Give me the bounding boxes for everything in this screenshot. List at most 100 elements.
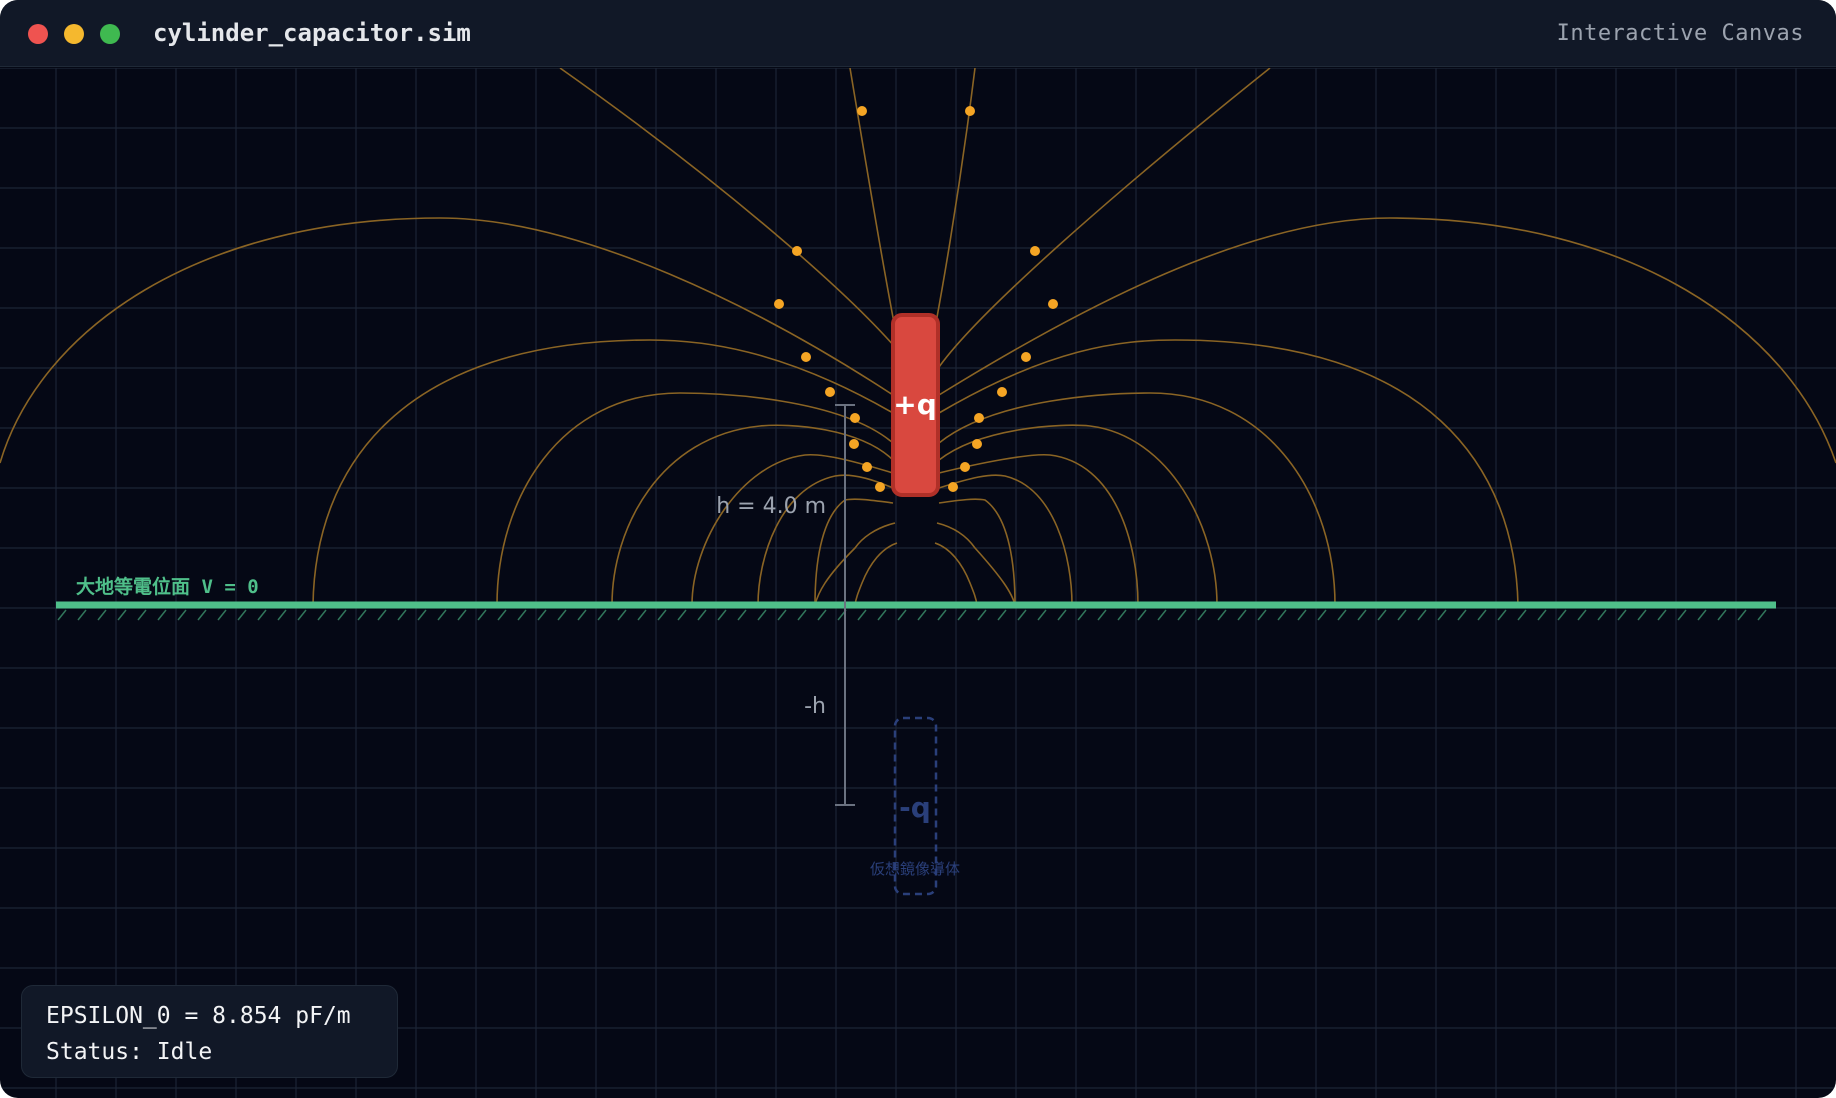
hatch-mark	[1637, 609, 1647, 621]
field-line	[934, 68, 1271, 374]
hatch-mark	[1077, 609, 1087, 621]
hatch-mark	[1437, 609, 1447, 621]
grid	[0, 68, 1836, 1098]
hatch-mark	[1697, 609, 1707, 621]
hatch-mark	[477, 609, 487, 621]
hatch-mark	[1717, 609, 1727, 621]
hatch-mark	[737, 609, 747, 621]
field-marker	[850, 413, 860, 423]
field-line	[938, 424, 1218, 606]
hatch-mark	[1737, 609, 1747, 621]
hatch-mark	[617, 609, 627, 621]
hatch-mark	[637, 609, 647, 621]
hatch-mark	[337, 609, 347, 621]
epsilon-readout: EPSILON_0 = 8.854 pF/m	[46, 1003, 351, 1029]
hatch-mark	[577, 609, 587, 621]
hatch-mark	[957, 609, 967, 621]
hatch-mark	[777, 609, 787, 621]
hatch-mark	[1417, 609, 1427, 621]
hatch-mark	[817, 609, 827, 621]
field-marker	[857, 106, 867, 116]
hatch-mark	[117, 609, 127, 621]
simulation-canvas[interactable]: 大地等電位面 V = 0 h = 4.0 m -h -q 仮想鏡像導体 +q	[0, 68, 1836, 1098]
field-marker	[849, 439, 859, 449]
hatch-mark	[937, 609, 947, 621]
maximize-window-button[interactable]	[100, 24, 120, 44]
field-marker	[801, 352, 811, 362]
field-marker	[792, 246, 802, 256]
hatch-mark	[497, 609, 507, 621]
hatch-mark	[537, 609, 547, 621]
minimize-window-button[interactable]	[64, 24, 84, 44]
hatch-mark	[1297, 609, 1307, 621]
field-line	[312, 339, 894, 606]
hatch-mark	[697, 609, 707, 621]
hatch-mark	[1157, 609, 1167, 621]
hatch-mark	[597, 609, 607, 621]
hatch-mark	[517, 609, 527, 621]
hatch-mark	[557, 609, 567, 621]
field-marker	[825, 387, 835, 397]
hatch-mark	[1117, 609, 1127, 621]
hatch-mark	[1017, 609, 1027, 621]
hatch-mark	[1557, 609, 1567, 621]
image-conductor: -q 仮想鏡像導体	[870, 716, 960, 896]
field-marker	[875, 482, 885, 492]
hatch-mark	[417, 609, 427, 621]
hatch-mark	[1097, 609, 1107, 621]
field-marker	[774, 299, 784, 309]
hatch-mark	[1757, 609, 1767, 621]
image-conductor-caption: 仮想鏡像導体	[870, 860, 960, 878]
hatch-mark	[397, 609, 407, 621]
hatch-mark	[1597, 609, 1607, 621]
field-line	[854, 542, 898, 606]
hatch-mark	[97, 609, 107, 621]
hatch-mark	[137, 609, 147, 621]
hatch-mark	[917, 609, 927, 621]
field-marker	[960, 462, 970, 472]
hatch-mark	[1197, 609, 1207, 621]
hatch-mark	[177, 609, 187, 621]
hatch-mark	[237, 609, 247, 621]
hatch-mark	[217, 609, 227, 621]
hatch-mark	[1377, 609, 1387, 621]
hatch-mark	[897, 609, 907, 621]
field-line	[938, 339, 1519, 606]
hatch-mark	[757, 609, 767, 621]
hatch-mark	[1397, 609, 1407, 621]
hatch-mark	[1137, 609, 1147, 621]
close-window-button[interactable]	[28, 24, 48, 44]
hatch-mark	[1357, 609, 1367, 621]
hatch-mark	[1477, 609, 1487, 621]
window-title: cylinder_capacitor.sim	[153, 19, 471, 47]
simulator-window: cylinder_capacitor.sim Interactive Canva…	[0, 0, 1836, 1098]
cylinder-conductor[interactable]: +q	[891, 313, 940, 497]
hatch-mark	[1277, 609, 1287, 621]
mode-label: Interactive Canvas	[1556, 21, 1804, 46]
conductor-charge-label: +q	[893, 388, 937, 421]
hatch-mark	[197, 609, 207, 621]
hatch-mark	[297, 609, 307, 621]
status-readout: Status: Idle	[46, 1039, 213, 1065]
hatch-mark	[677, 609, 687, 621]
height-label: h = 4.0 m	[716, 494, 826, 519]
hatch-mark	[57, 609, 67, 621]
field-line	[938, 217, 1836, 464]
field-line	[938, 453, 1139, 606]
field-marker	[948, 482, 958, 492]
hatch-mark	[357, 609, 367, 621]
hatch-mark	[77, 609, 87, 621]
field-line	[814, 522, 896, 606]
hatch-mark	[657, 609, 667, 621]
hatch-mark	[1677, 609, 1687, 621]
hatch-mark	[997, 609, 1007, 621]
field-marker	[972, 439, 982, 449]
hatch-mark	[857, 609, 867, 621]
hatch-mark	[977, 609, 987, 621]
field-marker	[1030, 246, 1040, 256]
hatch-mark	[1457, 609, 1467, 621]
info-panel: EPSILON_0 = 8.854 pF/m Status: Idle	[21, 985, 398, 1078]
hatch-mark	[377, 609, 387, 621]
hatch-mark	[717, 609, 727, 621]
neg-height-label: -h	[804, 694, 826, 719]
